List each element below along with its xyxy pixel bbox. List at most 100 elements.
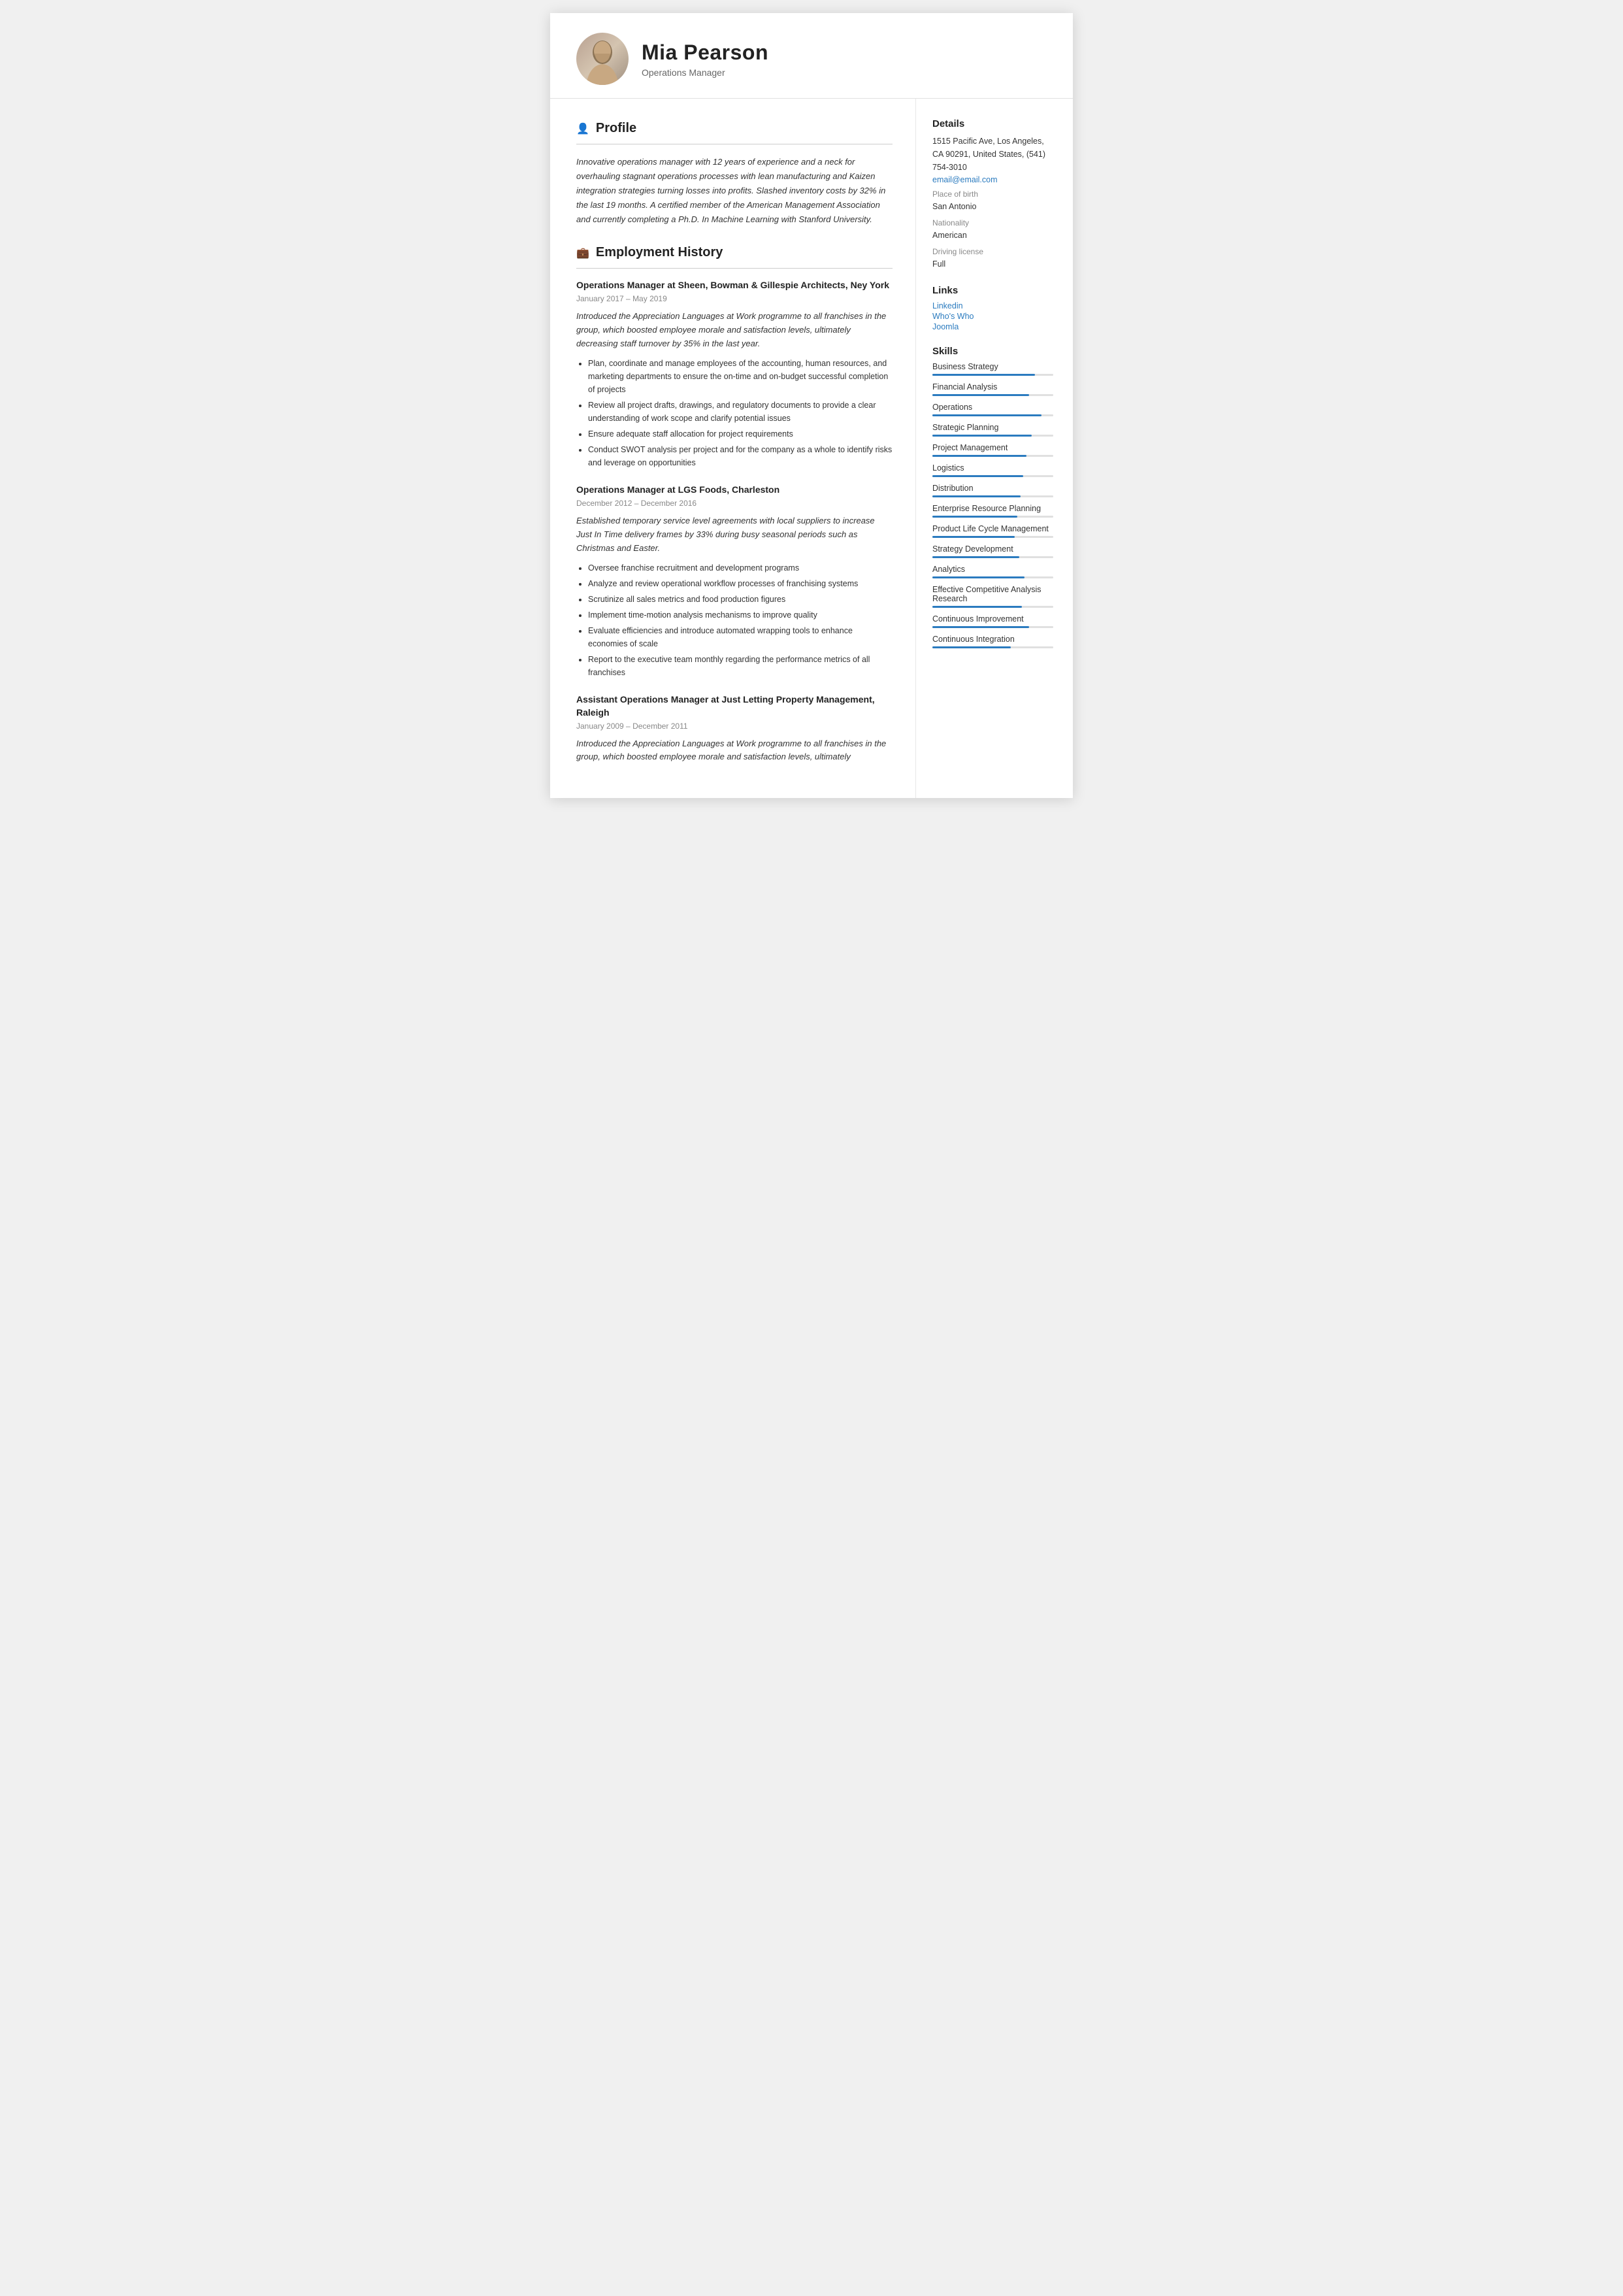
bullet-item: Implement time-motion analysis mechanism… [588, 608, 893, 622]
bullet-item: Report to the executive team monthly reg… [588, 653, 893, 679]
skill-item: Logistics [932, 463, 1053, 477]
skill-item: Strategic Planning [932, 423, 1053, 437]
resume-header: Mia Pearson Operations Manager [550, 13, 1073, 99]
job-description-2: Established temporary service level agre… [576, 514, 893, 555]
skill-name: Strategic Planning [932, 423, 1053, 432]
skill-item: Product Life Cycle Management [932, 524, 1053, 538]
place-of-birth-label: Place of birth [932, 190, 1053, 199]
details-section: Details 1515 Pacific Ave, Los Angeles, C… [932, 118, 1053, 271]
links-title: Links [932, 285, 1053, 296]
skill-bar-bg [932, 516, 1053, 518]
skill-item: Enterprise Resource Planning [932, 504, 1053, 518]
skill-item: Financial Analysis [932, 382, 1053, 396]
header-info: Mia Pearson Operations Manager [642, 41, 768, 78]
skill-bar-bg [932, 475, 1053, 477]
employment-section-title: Employment History [596, 245, 723, 260]
skill-bar-fill [932, 626, 1029, 628]
driving-license-label: Driving license [932, 247, 1053, 256]
avatar-image [576, 33, 629, 85]
skill-item: Analytics [932, 565, 1053, 578]
skill-name: Logistics [932, 463, 1053, 473]
skill-bar-fill [932, 516, 1017, 518]
skill-bar-bg [932, 435, 1053, 437]
bullet-item: Analyze and review operational workflow … [588, 577, 893, 590]
skills-section: Skills Business Strategy Financial Analy… [932, 346, 1053, 648]
job-dates-1: January 2017 – May 2019 [576, 294, 893, 303]
right-column: Details 1515 Pacific Ave, Los Angeles, C… [916, 99, 1073, 798]
details-address: 1515 Pacific Ave, Los Angeles, CA 90291,… [932, 135, 1053, 174]
employment-section-header: 💼 Employment History [576, 245, 893, 260]
skill-bar-fill [932, 556, 1019, 558]
place-of-birth: San Antonio [932, 200, 1053, 213]
job-entry-2: Operations Manager at LGS Foods, Charles… [576, 484, 893, 679]
links-section: Links Linkedin Who's Who Joomla [932, 285, 1053, 331]
skill-bar-fill [932, 414, 1041, 416]
skill-name: Product Life Cycle Management [932, 524, 1053, 533]
skill-item: Project Management [932, 443, 1053, 457]
job-entry-3: Assistant Operations Manager at Just Let… [576, 693, 893, 764]
job-title-1: Operations Manager at Sheen, Bowman & Gi… [576, 279, 893, 292]
profile-section-header: 👤 Profile [576, 121, 893, 136]
skill-bar-fill [932, 606, 1022, 608]
bullet-item: Evaluate efficiencies and introduce auto… [588, 624, 893, 650]
skill-bar-fill [932, 374, 1035, 376]
skill-item: Continuous Improvement [932, 614, 1053, 628]
profile-icon: 👤 [576, 122, 589, 135]
skill-item: Continuous Integration [932, 635, 1053, 648]
skill-name: Continuous Integration [932, 635, 1053, 644]
skill-bar-bg [932, 606, 1053, 608]
skill-name: Project Management [932, 443, 1053, 452]
profile-text: Innovative operations manager with 12 ye… [576, 155, 893, 227]
person-silhouette [583, 39, 622, 85]
skill-bar-bg [932, 576, 1053, 578]
skill-item: Business Strategy [932, 362, 1053, 376]
link-joomla[interactable]: Joomla [932, 322, 1053, 331]
skill-name: Distribution [932, 484, 1053, 493]
skill-bar-bg [932, 374, 1053, 376]
skill-bar-fill [932, 495, 1021, 497]
nationality-label: Nationality [932, 218, 1053, 227]
driving-license: Full [932, 258, 1053, 271]
link-whos-who[interactable]: Who's Who [932, 312, 1053, 321]
skill-item: Operations [932, 403, 1053, 416]
skill-bar-bg [932, 536, 1053, 538]
job-dates-3: January 2009 – December 2011 [576, 722, 893, 731]
candidate-title: Operations Manager [642, 67, 768, 78]
resume-body: 👤 Profile Innovative operations manager … [550, 99, 1073, 798]
skill-item: Strategy Development [932, 544, 1053, 558]
skill-bar-fill [932, 646, 1011, 648]
skill-bar-bg [932, 646, 1053, 648]
skill-item: Effective Competitive Analysis Research [932, 585, 1053, 608]
skills-title: Skills [932, 346, 1053, 357]
job-description-1: Introduced the Appreciation Languages at… [576, 310, 893, 350]
skill-name: Analytics [932, 565, 1053, 574]
skill-bar-fill [932, 435, 1032, 437]
left-column: 👤 Profile Innovative operations manager … [550, 99, 916, 798]
details-email[interactable]: email@email.com [932, 175, 1053, 184]
skill-bar-fill [932, 576, 1025, 578]
link-linkedin[interactable]: Linkedin [932, 301, 1053, 310]
candidate-name: Mia Pearson [642, 41, 768, 65]
skill-bar-fill [932, 475, 1023, 477]
skill-bar-bg [932, 556, 1053, 558]
skill-name: Operations [932, 403, 1053, 412]
skill-bar-fill [932, 394, 1029, 396]
profile-section: 👤 Profile Innovative operations manager … [576, 121, 893, 227]
resume-container: Mia Pearson Operations Manager 👤 Profile… [550, 13, 1073, 798]
job-title-3: Assistant Operations Manager at Just Let… [576, 693, 893, 719]
skill-bar-bg [932, 414, 1053, 416]
skill-name: Business Strategy [932, 362, 1053, 371]
bullet-item: Plan, coordinate and manage employees of… [588, 357, 893, 396]
skill-bar-fill [932, 455, 1026, 457]
job-entry-1: Operations Manager at Sheen, Bowman & Gi… [576, 279, 893, 469]
bullet-item: Oversee franchise recruitment and develo… [588, 561, 893, 574]
skill-bar-fill [932, 536, 1015, 538]
skill-name: Financial Analysis [932, 382, 1053, 391]
bullet-item: Review all project drafts, drawings, and… [588, 399, 893, 425]
skill-bar-bg [932, 455, 1053, 457]
job-bullets-2: Oversee franchise recruitment and develo… [576, 561, 893, 679]
job-bullets-1: Plan, coordinate and manage employees of… [576, 357, 893, 469]
skill-name: Continuous Improvement [932, 614, 1053, 624]
employment-divider [576, 268, 893, 269]
nationality: American [932, 229, 1053, 242]
